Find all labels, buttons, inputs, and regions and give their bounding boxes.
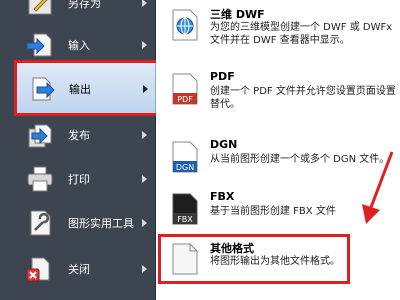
- chevron-right-icon: [142, 175, 147, 183]
- fbx-icon: FBX: [172, 193, 198, 225]
- menu-item-label: 输入: [68, 39, 90, 52]
- menu-item-label: 图形实用工具: [68, 217, 134, 230]
- fbx-icon-label: FBX: [177, 215, 193, 224]
- menu-item-label: 另存为: [68, 0, 101, 10]
- export-entry-title: DGN: [210, 138, 238, 151]
- import-icon: [26, 33, 52, 57]
- export-entry-pdf[interactable]: PDF PDF 创建一个 PDF 文件并允许您设置页面设置替代。: [156, 68, 400, 124]
- globe-document-icon: [172, 9, 198, 41]
- export-entry-3d-dwf[interactable]: 三维 DWF 为您的三维模型创建一个 DWF 或 DWFx 文件并在 DWF 查…: [156, 4, 400, 60]
- export-entry-title: 三维 DWF: [210, 8, 265, 21]
- menu-item-label: 关闭: [68, 263, 90, 276]
- export-entry-title: FBX: [210, 190, 235, 203]
- menu-item-label: 打印: [68, 173, 90, 186]
- menu-item-label: 发布: [68, 129, 90, 142]
- dgn-icon-label: DGN: [176, 163, 194, 172]
- printer-icon: [27, 166, 53, 192]
- menu-item-close[interactable]: 关闭: [0, 242, 156, 296]
- wrench-icon: [30, 210, 51, 236]
- highlight-box-export: [14, 60, 160, 116]
- publish-icon: [28, 124, 52, 148]
- chevron-right-icon: [142, 131, 147, 139]
- export-entry-description: 创建一个 PDF 文件并允许您设置页面设置替代。: [210, 86, 396, 110]
- application-menu: 另存为 输入 发布 打印 图形实用工具 关闭 输出: [0, 0, 156, 300]
- save-as-icon: [28, 0, 52, 15]
- close-document-icon: [26, 257, 50, 282]
- pdf-icon: PDF: [172, 73, 198, 105]
- dgn-icon: DGN: [172, 141, 198, 173]
- chevron-right-icon: [142, 0, 147, 7]
- chevron-right-icon: [142, 265, 147, 273]
- annotation-arrow-icon: [362, 151, 394, 224]
- pdf-icon-label: PDF: [177, 95, 193, 104]
- export-entry-title: PDF: [210, 70, 235, 83]
- highlight-box-other-formats: [158, 234, 350, 284]
- export-entry-description: 为您的三维模型创建一个 DWF 或 DWFx 文件并在 DWF 查看器中显示。: [210, 22, 393, 46]
- chevron-right-icon: [142, 219, 147, 227]
- chevron-right-icon: [142, 41, 147, 49]
